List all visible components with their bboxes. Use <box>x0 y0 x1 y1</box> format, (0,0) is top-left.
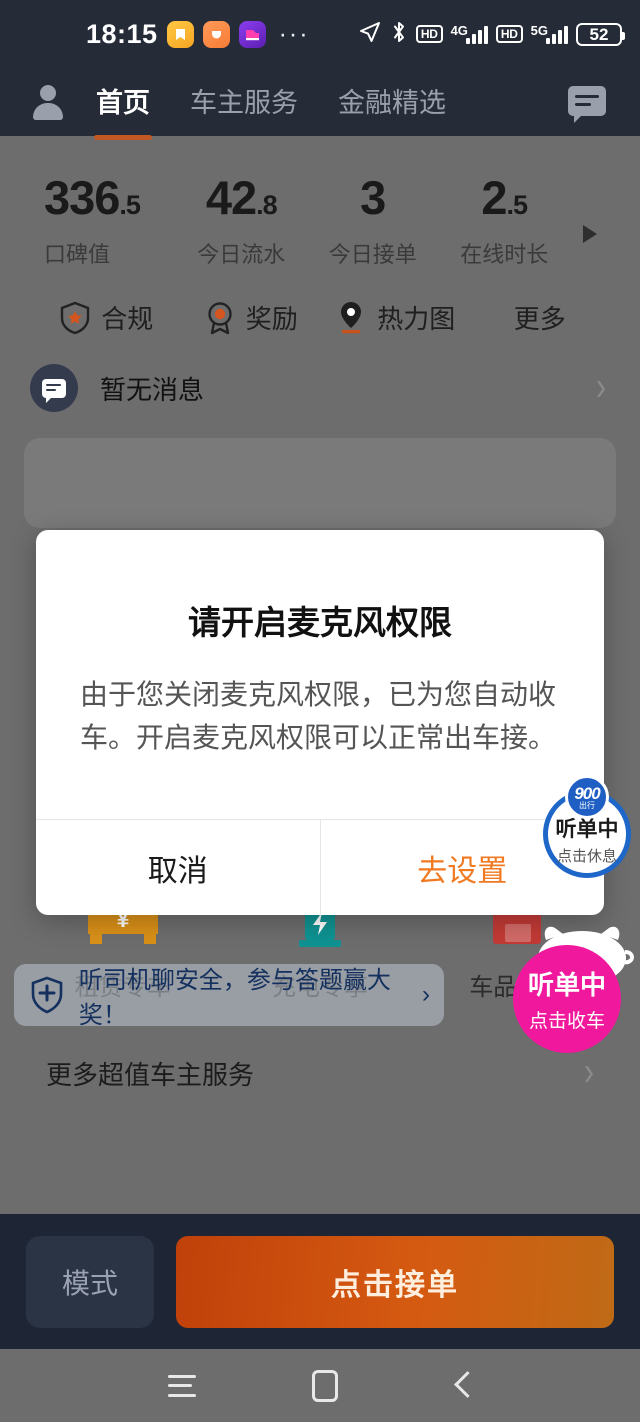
stat-label: 今日流水 <box>197 242 286 267</box>
chevron-right-icon: › <box>596 365 606 410</box>
signal-bars-icon <box>465 24 488 44</box>
cancel-button[interactable]: 取消 <box>36 820 321 916</box>
avatar-button[interactable] <box>0 85 96 120</box>
dialog-actions: 取消 去设置 <box>36 819 604 916</box>
listening-action-text: 点击休息 <box>556 847 617 865</box>
stat-value: 3 <box>360 171 386 224</box>
tab-finance[interactable]: 金融精选 <box>338 81 446 124</box>
quick-action-label: 更多 <box>513 304 566 334</box>
listening-action-text: 点击收车 <box>528 1011 605 1032</box>
stat-reputation[interactable]: 336.5 口碑值 <box>40 174 176 269</box>
safety-banner-text: 听司机聊安全，参与答题赢大奖！ <box>78 967 391 1029</box>
signal-5g: 5G <box>530 23 568 44</box>
status-bar-left: 18:15 ··· <box>86 19 310 50</box>
stat-label: 今日接单 <box>328 242 417 267</box>
quick-action-label: 热力图 <box>377 304 456 334</box>
message-row[interactable]: 暂无消息 › <box>0 336 640 412</box>
brand-badge-text: 出行 <box>579 800 595 810</box>
location-pin-icon <box>335 300 367 336</box>
brand-badge-number: 900 <box>574 783 600 803</box>
battery-level: 52 <box>589 24 609 44</box>
bluetooth-icon <box>390 20 408 49</box>
quick-action-compliance[interactable]: 合规 <box>34 299 179 336</box>
hd-icon: HD <box>415 25 443 43</box>
home-icon[interactable] <box>312 1369 338 1402</box>
tab-owner-services[interactable]: 车主服务 <box>190 81 298 124</box>
quick-action-reward[interactable]: 奖励 <box>179 299 324 336</box>
listening-status-text: 听单中 <box>527 970 606 1000</box>
network-gen-4g: 4G <box>450 23 468 38</box>
status-bar-right: HD 4G HD 5G 52 <box>358 20 625 49</box>
stats-row: 336.5 口碑值 42.8 今日流水 3 今日接单 2.5 在线时长 <box>0 136 640 269</box>
bottom-action-bar: 模式 点击接单 <box>0 1214 640 1349</box>
dialog-title: 请开启麦克风权限 <box>188 604 452 641</box>
medal-icon <box>204 301 236 335</box>
stat-value: 2.5 <box>481 171 528 224</box>
message-row-text: 暂无消息 <box>100 374 205 405</box>
quick-action-label: 奖励 <box>245 304 298 334</box>
quick-action-more[interactable]: 更多 <box>468 299 613 336</box>
listening-widget-pink[interactable]: 听单中 点击收车 <box>513 945 621 1053</box>
stat-label: 在线时长 <box>460 242 549 267</box>
tab-home[interactable]: 首页 <box>96 81 150 124</box>
more-services-row[interactable]: 更多超值车主服务 › <box>24 1036 616 1110</box>
mode-button[interactable]: 模式 <box>26 1235 154 1328</box>
notification-app-yellow-icon <box>166 20 194 48</box>
chat-bubble-icon <box>30 364 78 412</box>
status-overflow-dots: ··· <box>278 19 310 48</box>
notification-app-purple-icon <box>238 20 266 48</box>
dialog-body: 由于您关闭麦克风权限，已为您自动收车。开启麦克风权限可以正常出车接。 <box>80 679 557 753</box>
stats-next-button[interactable] <box>570 225 610 269</box>
safety-banner[interactable]: 听司机聊安全，参与答题赢大奖！ › <box>14 964 444 1029</box>
tab-bar: 首页 车主服务 金融精选 <box>96 81 446 124</box>
message-icon[interactable] <box>568 86 606 123</box>
permission-dialog: 请开启麦克风权限 由于您关闭麦克风权限，已为您自动收车。开启麦克风权限可以正常出… <box>36 530 604 916</box>
stat-value: 42.8 <box>205 171 278 224</box>
status-time: 18:15 <box>86 18 158 49</box>
shield-plus-icon <box>28 972 67 1018</box>
phone-screen: 18:15 ··· HD 4G HD 5G 52 首页 车主服务 金融精选 33… <box>0 0 640 1422</box>
network-gen-5g: 5G <box>530 23 548 38</box>
recents-icon[interactable] <box>168 1374 196 1397</box>
stat-value: 336.5 <box>44 171 141 224</box>
signal-bars-icon-2 <box>546 24 568 44</box>
battery-icon: 52 <box>576 22 625 46</box>
promo-card[interactable] <box>24 438 616 528</box>
quick-actions-row: 合规 奖励 热力图 更多 <box>0 269 640 336</box>
stat-revenue[interactable]: 42.8 今日流水 <box>176 174 308 269</box>
quick-action-label: 合规 <box>101 304 154 334</box>
signal-4g: 4G <box>450 23 488 44</box>
hd-icon-2: HD <box>495 25 523 43</box>
chevron-right-icon: › <box>584 1050 594 1095</box>
notification-app-orange-icon <box>202 20 230 48</box>
more-services-text: 更多超值车主服务 <box>46 1059 255 1090</box>
status-bar: 18:15 ··· HD 4G HD 5G 52 <box>0 0 640 68</box>
accept-order-button[interactable]: 点击接单 <box>176 1235 614 1328</box>
back-icon[interactable] <box>454 1372 472 1400</box>
stat-label: 口碑值 <box>44 242 111 267</box>
listening-widget-blue[interactable]: 900 出行 听单中 点击休息 <box>543 775 631 878</box>
stat-orders[interactable]: 3 今日接单 <box>307 174 439 269</box>
quick-action-heatmap[interactable]: 热力图 <box>323 299 468 336</box>
triangle-right-icon <box>583 225 597 243</box>
chevron-right-icon: › <box>422 981 430 1008</box>
stat-online-time[interactable]: 2.5 在线时长 <box>439 174 571 269</box>
brand-badge-900: 900 出行 <box>565 775 609 819</box>
app-header: 首页 车主服务 金融精选 <box>0 68 640 136</box>
shield-star-icon <box>59 301 91 335</box>
location-arrow-icon <box>358 20 382 49</box>
user-avatar-icon <box>31 85 65 120</box>
android-nav-bar <box>0 1349 640 1422</box>
